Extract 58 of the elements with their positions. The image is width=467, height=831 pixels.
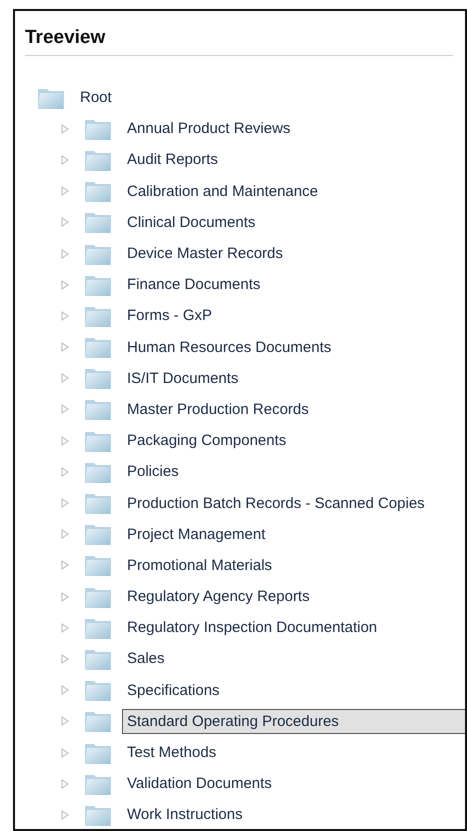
expand-arrow-icon[interactable] [61,529,69,540]
tree-item[interactable]: Device Master Records [122,241,465,266]
expand-arrow-icon[interactable] [61,498,69,508]
tree-item[interactable]: Root [75,85,465,110]
tree-item[interactable]: Packaging Components [122,428,465,454]
folder-icon [84,522,112,546]
tree-item[interactable]: Test Methods [122,740,465,766]
expand-arrow-icon[interactable] [61,622,69,633]
tree-item[interactable]: Calibration and Maintenance [122,178,465,204]
tree-item[interactable]: Sales [122,646,465,672]
expand-arrow-icon[interactable] [61,154,69,165]
folder-icon [84,210,112,234]
expand-arrow-icon[interactable] [61,124,69,134]
expand-arrow-icon[interactable] [61,310,69,321]
tree-item[interactable]: Promotional Materials [122,552,465,578]
tree-item[interactable]: Finance Documents [122,272,465,298]
expand-arrow-icon[interactable] [61,560,69,570]
folder-icon [84,553,112,578]
tree-item[interactable]: Production Batch Records - Scanned Copies [122,490,465,516]
folder-icon [84,397,112,422]
folder-icon [84,366,112,390]
expand-arrow-icon[interactable] [61,748,69,758]
tree-item[interactable]: IS/IT Documents [122,366,465,391]
expand-arrow-icon[interactable] [61,654,69,664]
tree-item[interactable]: Master Production Records [122,396,465,422]
expand-arrow-icon[interactable] [61,342,69,352]
expand-arrow-icon[interactable] [61,592,69,602]
tree-item[interactable]: Standard Operating Procedures [122,708,465,734]
tree-item[interactable]: Project Management [122,522,465,547]
expand-arrow-icon[interactable] [61,466,69,477]
expand-arrow-icon[interactable] [61,685,69,696]
expand-arrow-icon[interactable] [61,217,69,228]
tree-item[interactable]: Clinical Documents [122,210,465,235]
folder-icon [84,678,112,702]
expand-arrow-icon[interactable] [61,404,69,414]
expand-arrow-icon[interactable] [61,186,69,196]
tree-item[interactable]: Specifications [122,678,465,703]
tree-item[interactable]: Validation Documents [122,771,465,796]
folder-icon [84,709,112,734]
expand-arrow-icon[interactable] [61,280,69,290]
tree-item[interactable]: Human Resources Documents [122,334,465,360]
tree-item[interactable]: Audit Reports [122,147,465,172]
expand-arrow-icon[interactable] [61,373,69,384]
tree-item[interactable]: Regulatory Inspection Documentation [122,615,465,640]
tree-item[interactable]: Work Instructions [122,802,465,828]
tree-item[interactable]: Annual Product Reviews [122,116,465,142]
expand-arrow-icon[interactable] [61,716,69,726]
tree-item[interactable]: Regulatory Agency Reports [122,584,465,610]
folder-icon [84,179,112,204]
panel-title: Treeview [25,11,453,56]
tree-item[interactable]: Forms - GxP [122,303,465,328]
expand-arrow-icon[interactable] [61,778,69,789]
tree-item[interactable]: Policies [122,459,465,484]
expand-arrow-icon[interactable] [61,810,69,820]
folder-icon [84,491,112,516]
expand-arrow-icon[interactable] [61,248,69,259]
expand-arrow-icon[interactable] [61,436,69,446]
folder-icon [84,335,112,360]
